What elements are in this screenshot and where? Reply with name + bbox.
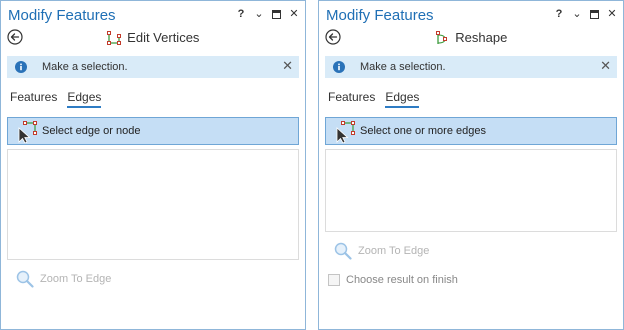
help-button[interactable]: ? — [236, 8, 246, 20]
pane-menu-button[interactable]: ⌄ — [572, 8, 582, 20]
tab-strip: Features Edges — [328, 90, 420, 108]
edit-vertices-icon — [106, 31, 121, 45]
pane-menu-button[interactable]: ⌄ — [254, 8, 264, 20]
dismiss-message-button[interactable]: ✕ — [282, 59, 293, 73]
magnifier-icon — [334, 242, 352, 260]
zoom-to-edge-button[interactable]: Zoom To Edge — [334, 241, 429, 261]
info-message-bar: Make a selection. ✕ — [325, 56, 617, 78]
selector-label: Select one or more edges — [360, 125, 486, 137]
tab-edges[interactable]: Edges — [385, 90, 420, 108]
tool-header: Edit Vertices — [1, 27, 305, 49]
choose-result-option: Choose result on finish — [328, 274, 458, 286]
tab-strip: Features Edges — [10, 90, 102, 108]
dismiss-message-button[interactable]: ✕ — [600, 59, 611, 73]
tab-features[interactable]: Features — [10, 90, 57, 108]
dock-button[interactable] — [272, 9, 281, 19]
choose-result-label: Choose result on finish — [346, 274, 458, 286]
magnifier-icon — [16, 270, 34, 288]
pane-title-bar: Modify Features ? ⌄ ✕ — [319, 1, 623, 27]
pane-window-controls: ? ⌄ ✕ — [554, 8, 617, 20]
zoom-to-edge-label: Zoom To Edge — [40, 273, 112, 285]
select-edge-or-node-button[interactable]: Select edge or node — [7, 117, 299, 145]
tab-edges[interactable]: Edges — [67, 90, 102, 108]
edge-results-list[interactable] — [7, 149, 299, 260]
info-message: Make a selection. — [360, 61, 446, 73]
select-edge-cursor-icon — [336, 121, 355, 143]
edge-results-list[interactable] — [325, 149, 617, 232]
select-edge-cursor-icon — [18, 121, 37, 143]
tool-label: Reshape — [319, 30, 623, 45]
info-icon — [15, 61, 27, 73]
close-pane-button[interactable]: ✕ — [607, 8, 617, 20]
select-edges-button[interactable]: Select one or more edges — [325, 117, 617, 145]
selector-label: Select edge or node — [42, 125, 141, 137]
tool-name: Reshape — [455, 30, 508, 45]
tool-label: Edit Vertices — [1, 30, 305, 45]
zoom-to-edge-label: Zoom To Edge — [358, 245, 430, 257]
modify-features-pane-edit-vertices: Modify Features ? ⌄ ✕ Edit Vertices Make… — [0, 0, 306, 330]
modify-features-pane-reshape: Modify Features ? ⌄ ✕ Reshape Make a sel… — [318, 0, 624, 330]
info-message-bar: Make a selection. ✕ — [7, 56, 299, 78]
info-message: Make a selection. — [42, 61, 128, 73]
choose-result-checkbox[interactable] — [328, 274, 340, 286]
pane-title-bar: Modify Features ? ⌄ ✕ — [1, 1, 305, 27]
help-button[interactable]: ? — [554, 8, 564, 20]
info-icon — [333, 61, 345, 73]
tool-name: Edit Vertices — [127, 30, 200, 45]
tab-features[interactable]: Features — [328, 90, 375, 108]
close-pane-button[interactable]: ✕ — [289, 8, 299, 20]
pane-title: Modify Features — [8, 7, 116, 24]
zoom-to-edge-button[interactable]: Zoom To Edge — [16, 269, 111, 289]
reshape-icon — [435, 31, 447, 44]
pane-title: Modify Features — [326, 7, 434, 24]
dock-button[interactable] — [590, 9, 599, 19]
tool-header: Reshape — [319, 27, 623, 49]
pane-window-controls: ? ⌄ ✕ — [236, 8, 299, 20]
